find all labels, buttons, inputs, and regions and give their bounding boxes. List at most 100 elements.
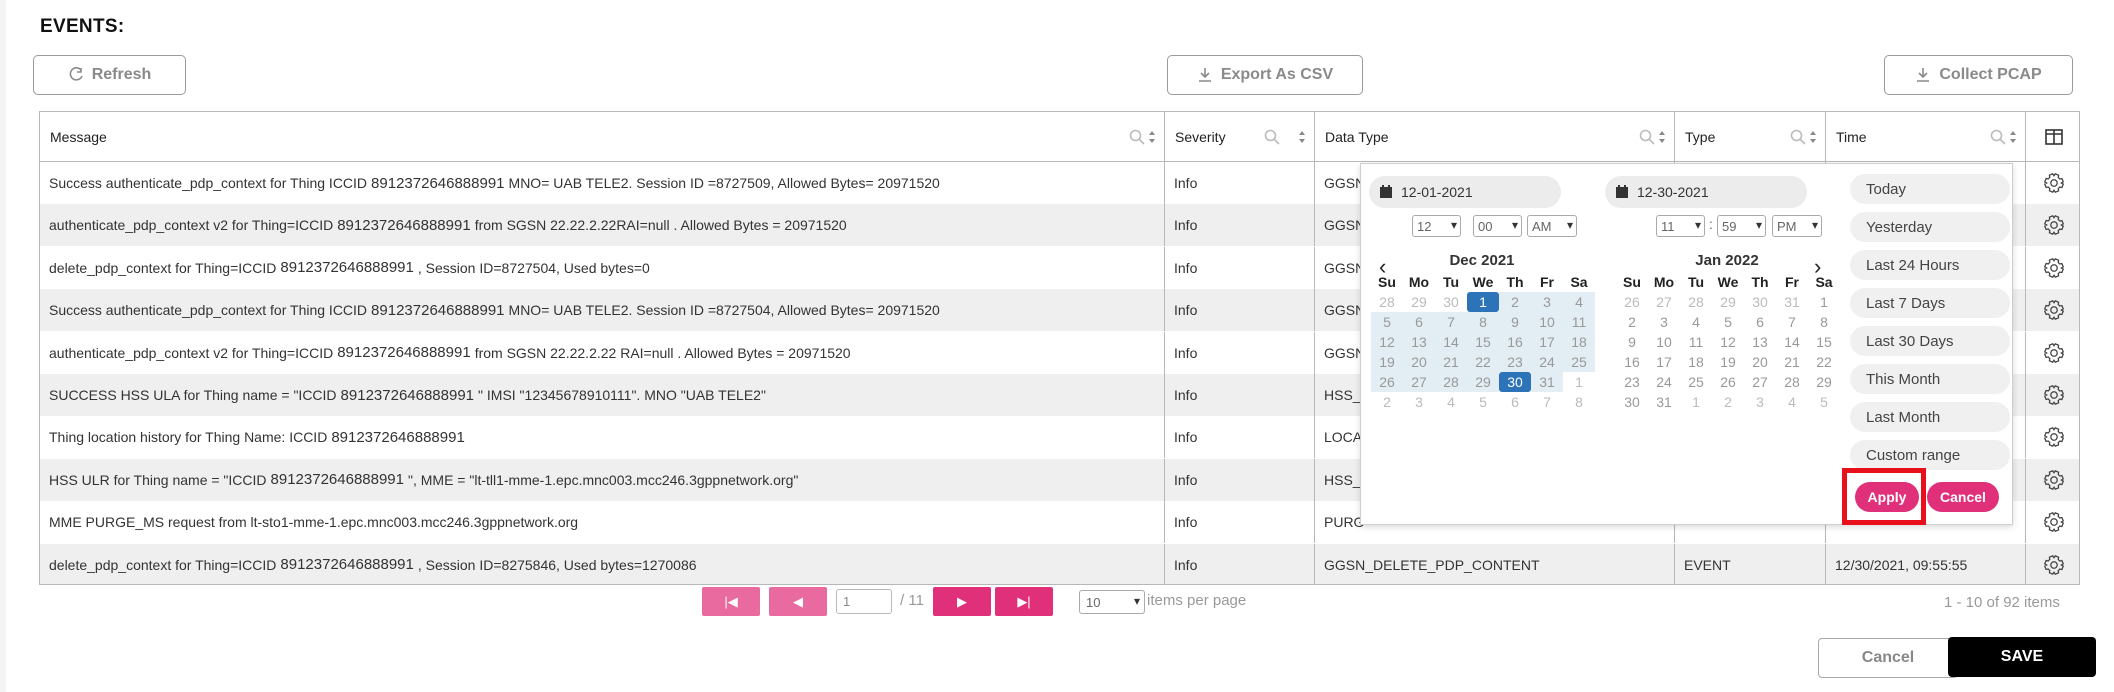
end-date-input[interactable]: 12-30-2021 [1605, 176, 1807, 208]
calendar-day[interactable]: 5 [1467, 392, 1499, 412]
range-option[interactable]: Last Month [1850, 402, 2010, 432]
calendar-day[interactable]: 19 [1712, 352, 1744, 372]
calendar-day[interactable]: 27 [1648, 292, 1680, 312]
calendar-day[interactable]: 11 [1563, 312, 1595, 332]
refresh-button[interactable]: Refresh [33, 55, 186, 95]
calendar-day[interactable]: 1 [1563, 372, 1595, 392]
calendar-day[interactable]: 16 [1499, 332, 1531, 352]
end-hour-select[interactable]: 11 [1656, 215, 1705, 237]
calendar-day[interactable]: 22 [1808, 352, 1840, 372]
calendar-day[interactable]: 8 [1467, 312, 1499, 332]
calendar-day[interactable]: 30 [1499, 372, 1531, 392]
calendar-day[interactable]: 4 [1435, 392, 1467, 412]
calendar-day[interactable]: 5 [1808, 392, 1840, 412]
row-settings-button[interactable] [2026, 416, 2079, 458]
calendar-day[interactable]: 20 [1403, 352, 1435, 372]
row-settings-button[interactable] [2026, 289, 2079, 331]
calendar-day[interactable]: 5 [1712, 312, 1744, 332]
calendar-day[interactable]: 28 [1776, 372, 1808, 392]
search-icon[interactable] [1639, 129, 1655, 145]
sort-icon[interactable] [1658, 130, 1666, 144]
calendar-day[interactable]: 23 [1499, 352, 1531, 372]
calendar-day[interactable]: 3 [1531, 292, 1563, 312]
row-settings-button[interactable] [2026, 332, 2079, 374]
calendar-day[interactable]: 3 [1648, 312, 1680, 332]
calendar-day[interactable]: 1 [1808, 292, 1840, 312]
calendar-day[interactable]: 31 [1648, 392, 1680, 412]
calendar-day[interactable]: 8 [1808, 312, 1840, 332]
range-option[interactable]: Last 24 Hours [1850, 250, 2010, 280]
calendar-day[interactable]: 7 [1435, 312, 1467, 332]
range-option[interactable]: Last 30 Days [1850, 326, 2010, 356]
sort-icon[interactable] [2009, 130, 2017, 144]
calendar-day[interactable]: 30 [1435, 292, 1467, 312]
cancel-range-button[interactable]: Cancel [1927, 482, 1999, 512]
calendar-day[interactable]: 19 [1371, 352, 1403, 372]
calendar-day[interactable]: 3 [1403, 392, 1435, 412]
search-icon[interactable] [1790, 129, 1806, 145]
range-option[interactable]: Custom range [1850, 440, 2010, 470]
calendar-day[interactable]: 26 [1371, 372, 1403, 392]
calendar-day[interactable]: 15 [1808, 332, 1840, 352]
calendar-day[interactable]: 2 [1616, 312, 1648, 332]
calendar-day[interactable]: 10 [1648, 332, 1680, 352]
calendar-day[interactable]: 5 [1371, 312, 1403, 332]
per-page-select[interactable]: 10 ▾ [1079, 590, 1145, 614]
calendar-day[interactable]: 13 [1744, 332, 1776, 352]
start-date-input[interactable]: 12-01-2021 [1369, 176, 1561, 208]
row-settings-button[interactable] [2026, 204, 2079, 246]
calendar-day[interactable]: 2 [1712, 392, 1744, 412]
start-hour-select[interactable]: 12 [1412, 215, 1461, 237]
calendar-day[interactable]: 12 [1712, 332, 1744, 352]
previous-page-button[interactable]: ◀ [769, 587, 827, 616]
range-option[interactable]: Yesterday [1850, 212, 2010, 242]
calendar-day[interactable]: 20 [1744, 352, 1776, 372]
row-settings-button[interactable] [2026, 459, 2079, 501]
column-header-type[interactable]: Type [1675, 112, 1826, 162]
calendar-day[interactable]: 21 [1435, 352, 1467, 372]
calendar-day[interactable]: 22 [1467, 352, 1499, 372]
calendar-day[interactable]: 16 [1616, 352, 1648, 372]
row-settings-button[interactable] [2026, 247, 2079, 289]
table-row[interactable]: delete_pdp_context for Thing=ICCID 891237… [40, 543, 2079, 584]
calendar-day[interactable]: 29 [1712, 292, 1744, 312]
calendar-day[interactable]: 8 [1563, 392, 1595, 412]
sort-icon[interactable] [1148, 130, 1156, 144]
last-page-button[interactable]: ▶| [995, 587, 1053, 616]
calendar-day[interactable]: 6 [1403, 312, 1435, 332]
calendar-day[interactable]: 14 [1776, 332, 1808, 352]
calendar-day[interactable]: 26 [1616, 292, 1648, 312]
row-settings-button[interactable] [2026, 501, 2079, 543]
sort-icon[interactable] [1298, 130, 1306, 144]
row-settings-button[interactable] [2026, 162, 2079, 204]
calendar-day[interactable]: 7 [1776, 312, 1808, 332]
calendar-day[interactable]: 14 [1435, 332, 1467, 352]
calendar-day[interactable]: 3 [1744, 392, 1776, 412]
calendar-day[interactable]: 9 [1616, 332, 1648, 352]
range-option[interactable]: Last 7 Days [1850, 288, 2010, 318]
column-header-message[interactable]: Message [40, 112, 1165, 162]
start-minute-select[interactable]: 00 [1473, 215, 1522, 237]
calendar-day[interactable]: 4 [1680, 312, 1712, 332]
calendar-day[interactable]: 17 [1531, 332, 1563, 352]
calendar-day[interactable]: 27 [1744, 372, 1776, 392]
search-icon[interactable] [1264, 129, 1280, 145]
calendar-day[interactable]: 28 [1371, 292, 1403, 312]
calendar-day[interactable]: 27 [1403, 372, 1435, 392]
calendar-day[interactable]: 31 [1531, 372, 1563, 392]
calendar-day[interactable]: 9 [1499, 312, 1531, 332]
calendar-day[interactable]: 25 [1563, 352, 1595, 372]
calendar-day[interactable]: 6 [1744, 312, 1776, 332]
search-icon[interactable] [1990, 129, 2006, 145]
range-option[interactable]: This Month [1850, 364, 2010, 394]
calendar-day[interactable]: 26 [1712, 372, 1744, 392]
calendar-day[interactable]: 30 [1744, 292, 1776, 312]
calendar-day[interactable]: 4 [1776, 392, 1808, 412]
calendar-day[interactable]: 21 [1776, 352, 1808, 372]
save-button[interactable]: SAVE [1948, 637, 2096, 677]
calendar-day[interactable]: 6 [1499, 392, 1531, 412]
next-page-button[interactable]: ▶ [933, 587, 991, 616]
calendar-day[interactable]: 29 [1403, 292, 1435, 312]
calendar-day[interactable]: 13 [1403, 332, 1435, 352]
calendar-day[interactable]: 30 [1616, 392, 1648, 412]
